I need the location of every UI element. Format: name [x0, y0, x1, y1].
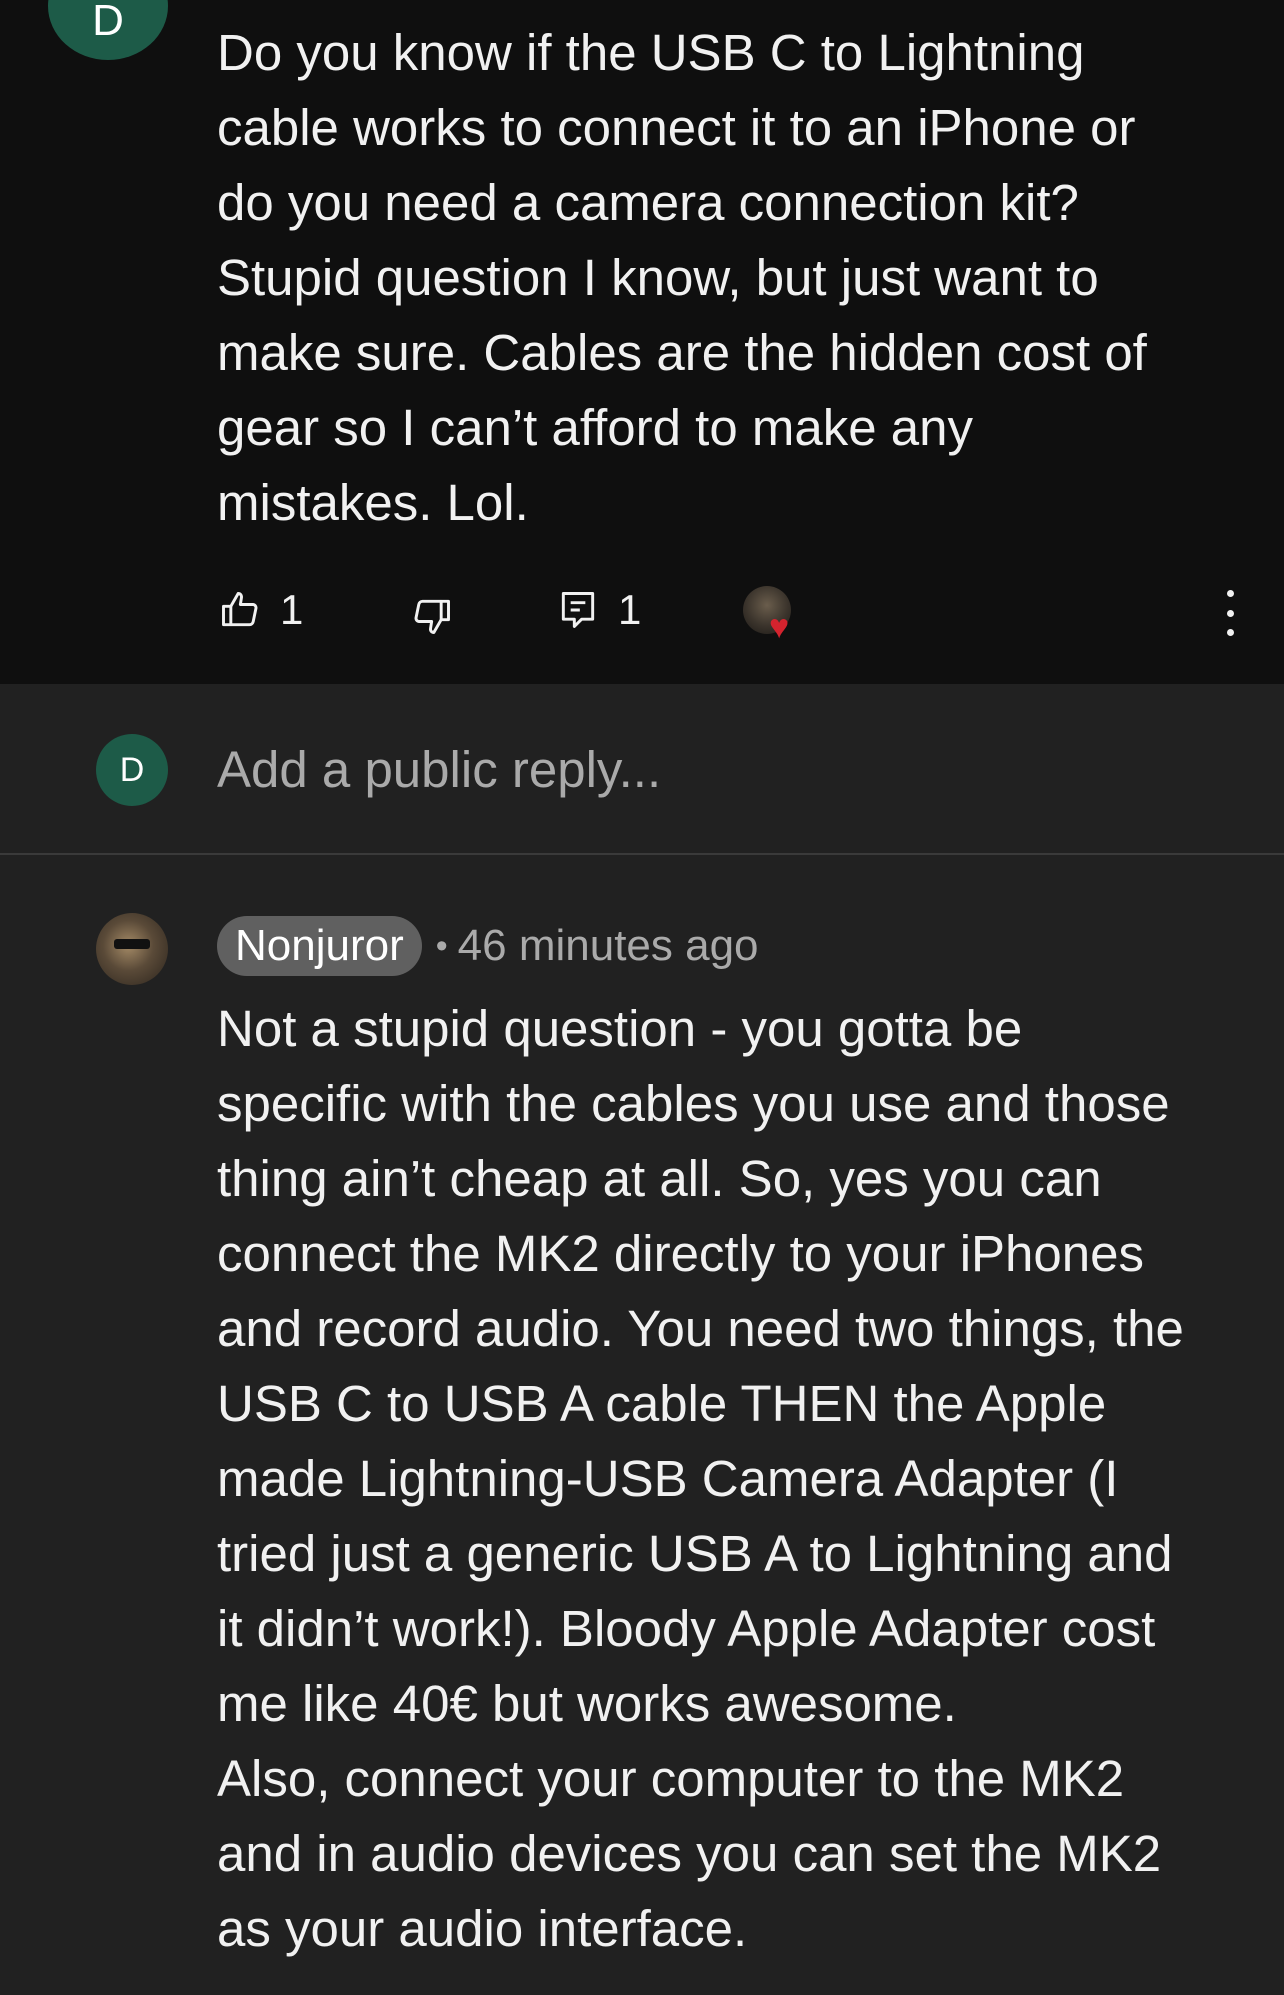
- like-count: 1: [280, 586, 304, 633]
- heart-icon: ♥: [769, 608, 790, 646]
- comment-header: Nonjuror • 46 minutes ago: [217, 915, 759, 977]
- comment-text: Not a stupid question - you gotta be spe…: [217, 1000, 1184, 1957]
- more-vertical-icon: [1226, 590, 1234, 597]
- dislike-button[interactable]: [410, 594, 454, 638]
- comment-timestamp[interactable]: 46 minutes ago: [458, 921, 759, 971]
- reply-input[interactable]: Add a public reply...: [217, 734, 661, 806]
- reply-comment: Nonjuror • 46 minutes ago Not a stupid q…: [0, 855, 1284, 1995]
- avatar-letter: D: [119, 750, 145, 789]
- reply-count: 1: [618, 586, 642, 633]
- user-avatar: D: [96, 734, 168, 806]
- user-avatar[interactable]: D: [48, 0, 168, 60]
- thumbs-down-icon: [410, 594, 454, 638]
- creator-heart-badge: ♥: [743, 586, 801, 644]
- avatar-letter: D: [92, 0, 124, 45]
- author-name-badge[interactable]: Nonjuror: [217, 916, 422, 976]
- parent-comment: D Do you know if the USB C to Lightning …: [0, 0, 1284, 684]
- reply-button[interactable]: 1: [556, 586, 641, 634]
- comment-icon: [556, 588, 600, 632]
- comment-text: Do you know if the USB C to Lightning ca…: [217, 24, 1147, 531]
- comment-action-bar: 1 1: [0, 580, 1284, 644]
- like-button[interactable]: 1: [218, 586, 303, 634]
- meta-separator: •: [435, 926, 448, 965]
- author-avatar[interactable]: [96, 913, 168, 985]
- avatar-photo-detail: [114, 939, 150, 949]
- reply-composer: D Add a public reply...: [0, 684, 1284, 855]
- more-options-button[interactable]: [1215, 590, 1245, 636]
- thumbs-up-icon: [218, 588, 262, 632]
